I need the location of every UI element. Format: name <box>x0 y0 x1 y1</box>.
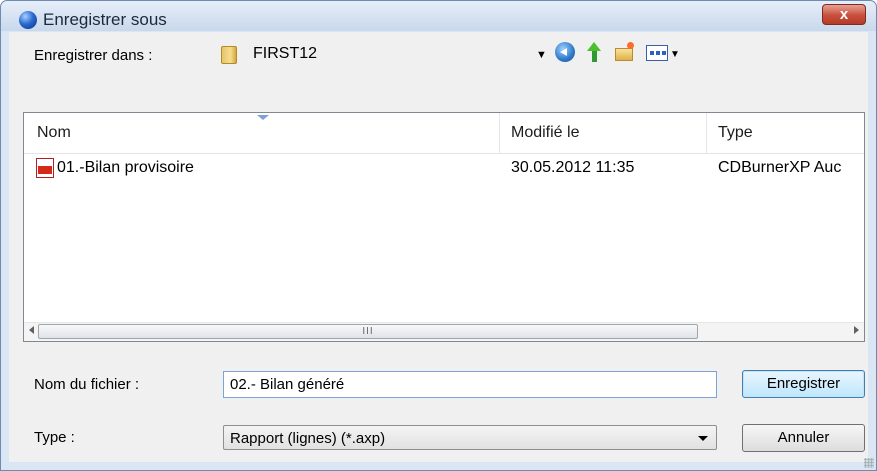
current-folder-name: FIRST12 <box>253 45 318 62</box>
save-button[interactable]: Enregistrer <box>742 370 865 398</box>
scroll-thumb[interactable]: III <box>38 324 698 339</box>
file-list[interactable]: Nom Modifié le Type 01.-Bilan provisoire… <box>23 112 865 342</box>
new-folder-icon[interactable] <box>615 42 635 62</box>
resize-grip[interactable] <box>864 458 874 468</box>
column-header-name[interactable]: Nom <box>37 113 71 153</box>
sort-indicator-icon <box>257 115 269 120</box>
horizontal-scrollbar[interactable]: III <box>24 322 864 341</box>
file-name: 01.-Bilan provisoire <box>57 159 194 176</box>
folder-icon <box>221 46 237 64</box>
file-type: CDBurnerXP Auc <box>718 159 842 176</box>
filetype-value: Rapport (lignes) (*.axp) <box>230 430 386 447</box>
column-header-type[interactable]: Type <box>718 113 753 153</box>
window-title: Enregistrer sous <box>43 10 167 29</box>
save-in-label: Enregistrer dans : <box>34 47 153 64</box>
file-modified: 30.05.2012 11:35 <box>511 159 635 176</box>
file-icon <box>36 158 54 178</box>
location-dropdown[interactable] <box>201 41 531 67</box>
column-header-modified[interactable]: Modifié le <box>511 113 579 153</box>
scroll-left-icon[interactable] <box>29 326 34 334</box>
views-chevron-down-icon[interactable]: ▼ <box>670 49 680 60</box>
scroll-right-icon[interactable] <box>854 326 859 334</box>
column-separator[interactable] <box>706 113 707 153</box>
filename-label: Nom du fichier : <box>34 376 140 393</box>
column-separator[interactable] <box>499 113 500 153</box>
filename-input[interactable]: 02.- Bilan généré <box>223 371 717 398</box>
up-folder-icon[interactable] <box>584 42 604 62</box>
chevron-down-icon[interactable]: ▼ <box>536 49 547 61</box>
title-bar[interactable]: Enregistrer sous x <box>1 1 876 31</box>
chevron-down-icon <box>698 436 708 441</box>
back-icon[interactable] <box>555 42 575 62</box>
save-as-dialog: Enregistrer sous x Enregistrer dans : FI… <box>0 0 877 471</box>
app-icon <box>19 11 37 29</box>
column-header-row: Nom Modifié le Type <box>24 113 864 154</box>
filetype-select[interactable]: Rapport (lignes) (*.axp) <box>223 425 717 450</box>
views-menu-icon[interactable] <box>646 45 668 61</box>
close-button[interactable]: x <box>822 4 866 25</box>
filetype-label: Type : <box>34 429 75 446</box>
cancel-button[interactable]: Annuler <box>742 424 865 452</box>
file-row[interactable]: 01.-Bilan provisoire 30.05.2012 11:35 CD… <box>24 153 864 179</box>
